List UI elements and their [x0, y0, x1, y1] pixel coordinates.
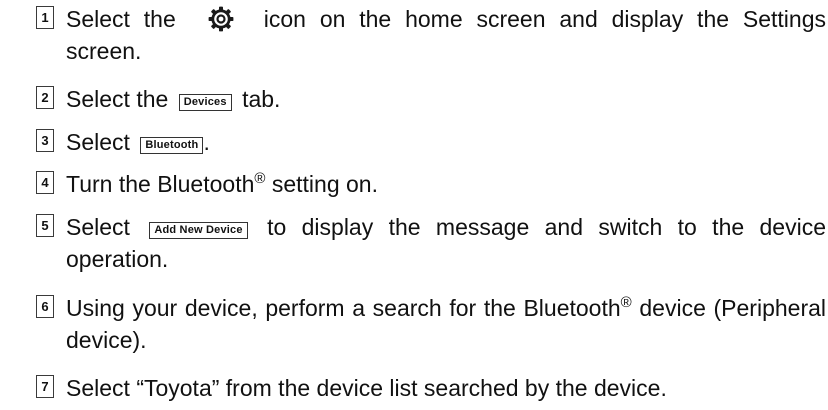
step-number: 5	[36, 214, 54, 237]
step-text: Turn the Bluetooth® setting on.	[66, 168, 826, 200]
step-text: Select the icon on the home screen and d…	[66, 3, 826, 67]
step-number: 4	[36, 171, 54, 194]
step-number: 6	[36, 295, 54, 318]
registered-mark: ®	[620, 294, 632, 311]
registered-mark: ®	[254, 170, 266, 187]
step-text-before: Turn the Bluetooth	[66, 171, 255, 197]
gear-icon	[208, 6, 234, 32]
step-5: 5 Select Add New Device to display the m…	[36, 211, 826, 275]
step-text-before: Select	[66, 214, 130, 240]
step-text-after: .	[203, 129, 210, 155]
step-text-before: Using your device, perform a search for …	[66, 295, 621, 321]
step-text-before: Select the	[66, 86, 169, 112]
step-number: 1	[36, 6, 54, 29]
bluetooth-button-label: Bluetooth	[140, 137, 204, 154]
step-text-after: setting on.	[271, 171, 378, 197]
step-number: 3	[36, 129, 54, 152]
step-text-after: tab.	[242, 86, 281, 112]
step-number: 7	[36, 375, 54, 398]
step-6: 6 Using your device, perform a search fo…	[36, 292, 826, 356]
devices-tab-label: Devices	[178, 94, 232, 111]
step-2: 2 Select the Devices tab.	[36, 83, 826, 115]
instruction-steps: 1 Select the icon on the home screen and…	[0, 0, 828, 410]
step-text-before: Select the	[66, 6, 176, 32]
step-text: Select “Toyota” from the device list sea…	[66, 375, 667, 401]
step-text: Using your device, perform a search for …	[66, 292, 826, 356]
step-1: 1 Select the icon on the home screen and…	[36, 3, 826, 67]
step-3: 3 Select Bluetooth.	[36, 126, 826, 158]
step-number: 2	[36, 86, 54, 109]
step-7: 7 Select “Toyota” from the device list s…	[36, 372, 826, 404]
step-text: Select the Devices tab.	[66, 83, 826, 115]
step-text: Select Add New Device to display the mes…	[66, 211, 826, 275]
step-text-after: icon on the home screen and display the …	[66, 6, 826, 64]
step-text: Select Bluetooth.	[66, 126, 826, 158]
step-text-before: Select	[66, 129, 130, 155]
add-new-device-button-label: Add New Device	[149, 222, 248, 239]
step-4: 4 Turn the Bluetooth® setting on.	[36, 168, 826, 200]
